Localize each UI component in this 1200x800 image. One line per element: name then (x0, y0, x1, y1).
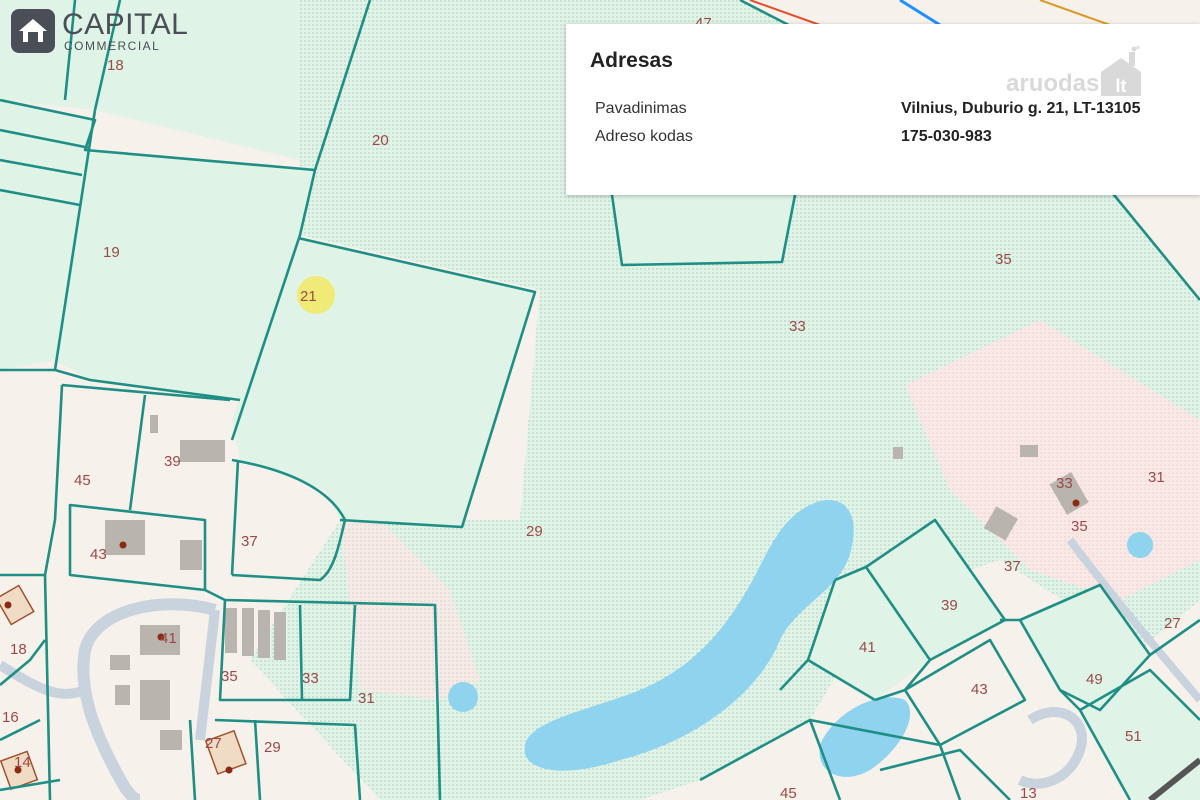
plot-number: 39 (164, 453, 181, 470)
plot-number: 51 (1125, 728, 1142, 745)
plot-number: 14 (14, 754, 31, 771)
watermark-text: aruodas (1006, 70, 1100, 97)
plot-number: 43 (90, 546, 107, 563)
plot-number: 33 (789, 318, 806, 335)
plot-number: 35 (1071, 518, 1088, 535)
plot-number: 21 (300, 288, 317, 305)
plot-number: 45 (74, 472, 91, 489)
plot-number: 37 (241, 533, 258, 550)
brand-logo[interactable]: CAPITAL COMMERCIAL (10, 8, 188, 54)
plot-number: 13 (1020, 785, 1037, 800)
plot-number: 45 (780, 785, 797, 800)
aruodas-watermark: aruodas lt (1006, 46, 1143, 98)
plot-number: 37 (1004, 558, 1021, 575)
plot-number: 29 (526, 523, 543, 540)
plot-number: 49 (1086, 671, 1103, 688)
house-in-rounded-square-icon (11, 9, 55, 53)
plot-number: 16 (2, 709, 19, 726)
plot-number: 27 (205, 735, 222, 752)
plot-number: 19 (103, 244, 120, 261)
plot-number: 31 (1148, 469, 1165, 486)
brand-name: CAPITAL (62, 8, 189, 41)
address-popup: Adresas aruodas lt Pavadinimas Vilnius, … (566, 24, 1200, 195)
plot-number: 43 (971, 681, 988, 698)
house-chimney-icon: lt (1101, 46, 1142, 96)
popup-title: Adresas (590, 49, 673, 72)
plot-number: 33 (1056, 475, 1073, 492)
small-pond-east (1127, 532, 1153, 558)
plot-number: 18 (107, 57, 124, 74)
plot-number: 35 (995, 251, 1012, 268)
plot-number: 18 (10, 641, 27, 658)
plot-number: 41 (160, 630, 177, 647)
popup-value-name: Vilnius, Duburio g. 21, LT-13105 (901, 100, 1141, 117)
plot-number: 41 (859, 639, 876, 656)
small-pond (448, 682, 478, 712)
watermark-suffix: lt (1116, 76, 1127, 96)
plot-number: 31 (358, 690, 375, 707)
plot-number: 35 (221, 668, 238, 685)
popup-label-name: Pavadinimas (595, 100, 687, 117)
parcel-top-middle[interactable] (612, 195, 795, 265)
plot-number: 27 (1164, 615, 1181, 632)
popup-value-code: 175-030-983 (901, 128, 992, 145)
plot-number: 20 (372, 132, 389, 149)
plot-number: 39 (941, 597, 958, 614)
popup-label-code: Adreso kodas (595, 128, 693, 145)
brand-subtitle: COMMERCIAL (64, 39, 161, 53)
plot-number: 33 (302, 670, 319, 687)
plot-number: 29 (264, 739, 281, 756)
